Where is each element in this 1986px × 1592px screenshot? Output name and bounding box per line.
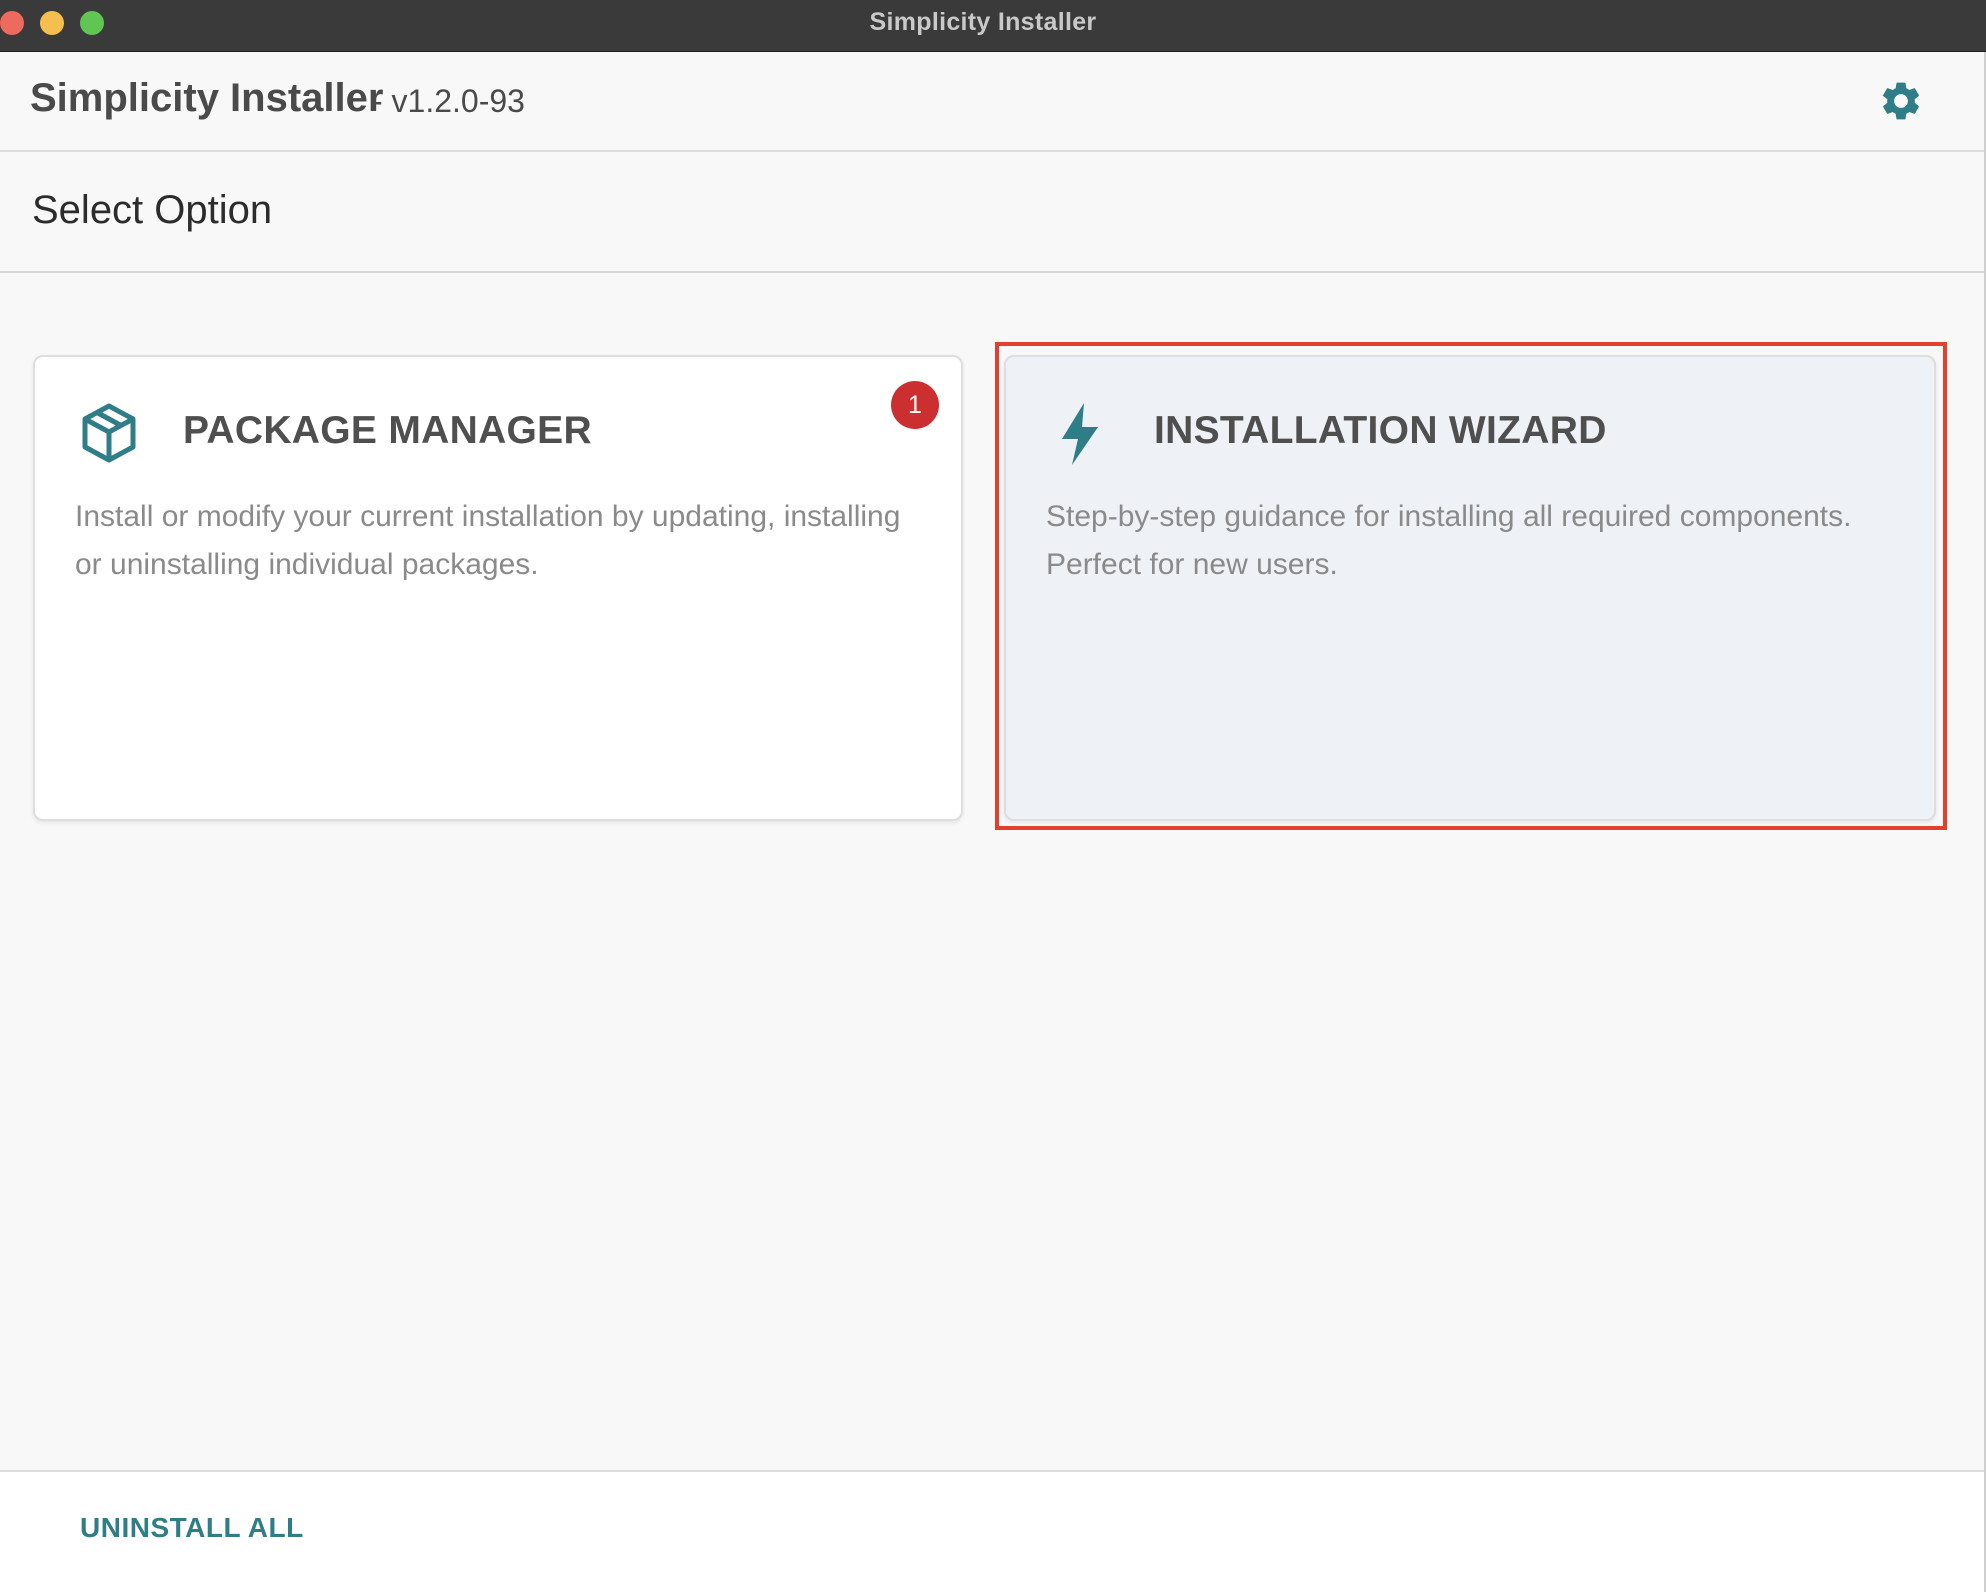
gear-icon[interactable]: [1878, 78, 1924, 124]
title-bar: Simplicity Installer: [0, 0, 1986, 52]
notification-badge: 1: [891, 381, 939, 429]
package-box-icon: [82, 403, 136, 463]
card-title: PACKAGE MANAGER: [183, 409, 592, 452]
footer-bar: UNINSTALL ALL: [0, 1470, 1984, 1592]
uninstall-all-button[interactable]: UNINSTALL ALL: [80, 1512, 304, 1544]
package-manager-card[interactable]: PACKAGE MANAGER Install or modify your c…: [33, 355, 963, 821]
section-header: Select Option: [0, 152, 1984, 273]
app-header: Simplicity Installer - v1.2.0-93: [0, 52, 1984, 152]
card-description: Install or modify your current installat…: [75, 500, 901, 581]
app-version: - v1.2.0-93: [372, 83, 525, 119]
app-name: Simplicity Installer: [30, 76, 384, 120]
selection-highlight: [995, 342, 1947, 830]
page-title: Select Option: [32, 188, 273, 232]
window-title: Simplicity Installer: [869, 8, 1097, 36]
app-window: Simplicity Installer Simplicity Installe…: [0, 0, 1986, 1592]
